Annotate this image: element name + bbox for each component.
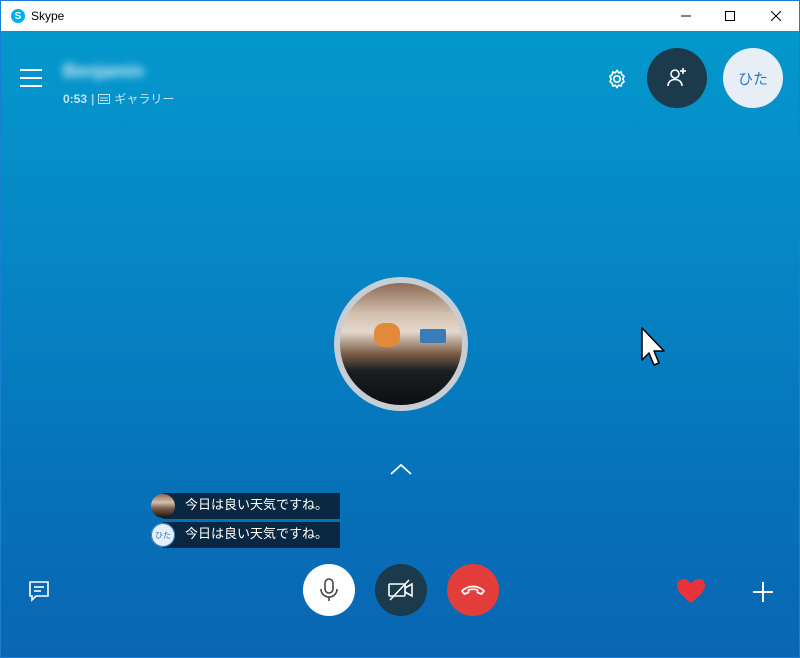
- status-separator: |: [91, 91, 95, 106]
- chat-button[interactable]: [27, 579, 51, 603]
- mute-button[interactable]: [303, 564, 355, 616]
- sender-avatar: ひた: [151, 523, 175, 547]
- gear-icon: [609, 69, 625, 89]
- video-feed-detail: [420, 329, 446, 343]
- add-people-button[interactable]: [647, 48, 707, 108]
- contact-name: Benjamin: [63, 61, 145, 81]
- react-button[interactable]: [675, 577, 707, 605]
- heart-icon: [677, 579, 705, 603]
- gallery-icon: [98, 93, 111, 104]
- phone-hangup-icon: [461, 585, 485, 595]
- skype-logo-icon: S: [11, 9, 25, 23]
- remote-video-feed: [340, 283, 462, 405]
- maximize-icon: [725, 11, 735, 21]
- close-icon: [771, 11, 781, 21]
- video-feed-detail: [374, 323, 400, 347]
- remote-participant-video[interactable]: [334, 277, 468, 411]
- video-off-icon: [388, 579, 413, 601]
- view-mode-button[interactable]: ギャラリー: [114, 90, 174, 107]
- skype-window: S Skype Benjamin 0:53 | ギャラリー ひた 今日は良い天気…: [0, 0, 800, 658]
- minimize-icon: [681, 15, 691, 17]
- chat-overlay: 今日は良い天気ですね。 ひた 今日は良い天気ですね。: [149, 493, 341, 551]
- call-status: 0:53 | ギャラリー: [63, 90, 174, 107]
- end-call-button[interactable]: [447, 564, 499, 616]
- chat-message-text: 今日は良い天気ですね。: [163, 522, 341, 548]
- chat-message: 今日は良い天気ですね。: [149, 493, 341, 519]
- microphone-icon: [320, 578, 338, 601]
- title-bar: S Skype: [1, 1, 799, 31]
- add-person-icon: [667, 68, 686, 87]
- chat-icon: [29, 581, 49, 602]
- plus-icon: [753, 582, 773, 602]
- call-duration: 0:53: [63, 91, 88, 106]
- video-toggle-button[interactable]: [375, 564, 427, 616]
- call-stage: Benjamin 0:53 | ギャラリー ひた 今日は良い天気ですね。 ひた …: [1, 31, 799, 657]
- maximize-button[interactable]: [707, 1, 753, 31]
- self-avatar[interactable]: ひた: [723, 48, 783, 108]
- hamburger-icon[interactable]: [20, 69, 42, 87]
- more-options-button[interactable]: [751, 580, 775, 604]
- chat-message: ひた 今日は良い天気ですね。: [149, 522, 341, 548]
- minimize-button[interactable]: [663, 1, 709, 31]
- chat-message-text: 今日は良い天気ですね。: [163, 493, 341, 519]
- settings-button[interactable]: [605, 67, 629, 91]
- sender-avatar: [151, 494, 175, 518]
- window-title: Skype: [31, 9, 65, 23]
- chevron-up-icon[interactable]: [389, 461, 413, 477]
- mouse-cursor-icon: [641, 327, 665, 366]
- close-button[interactable]: [753, 1, 799, 31]
